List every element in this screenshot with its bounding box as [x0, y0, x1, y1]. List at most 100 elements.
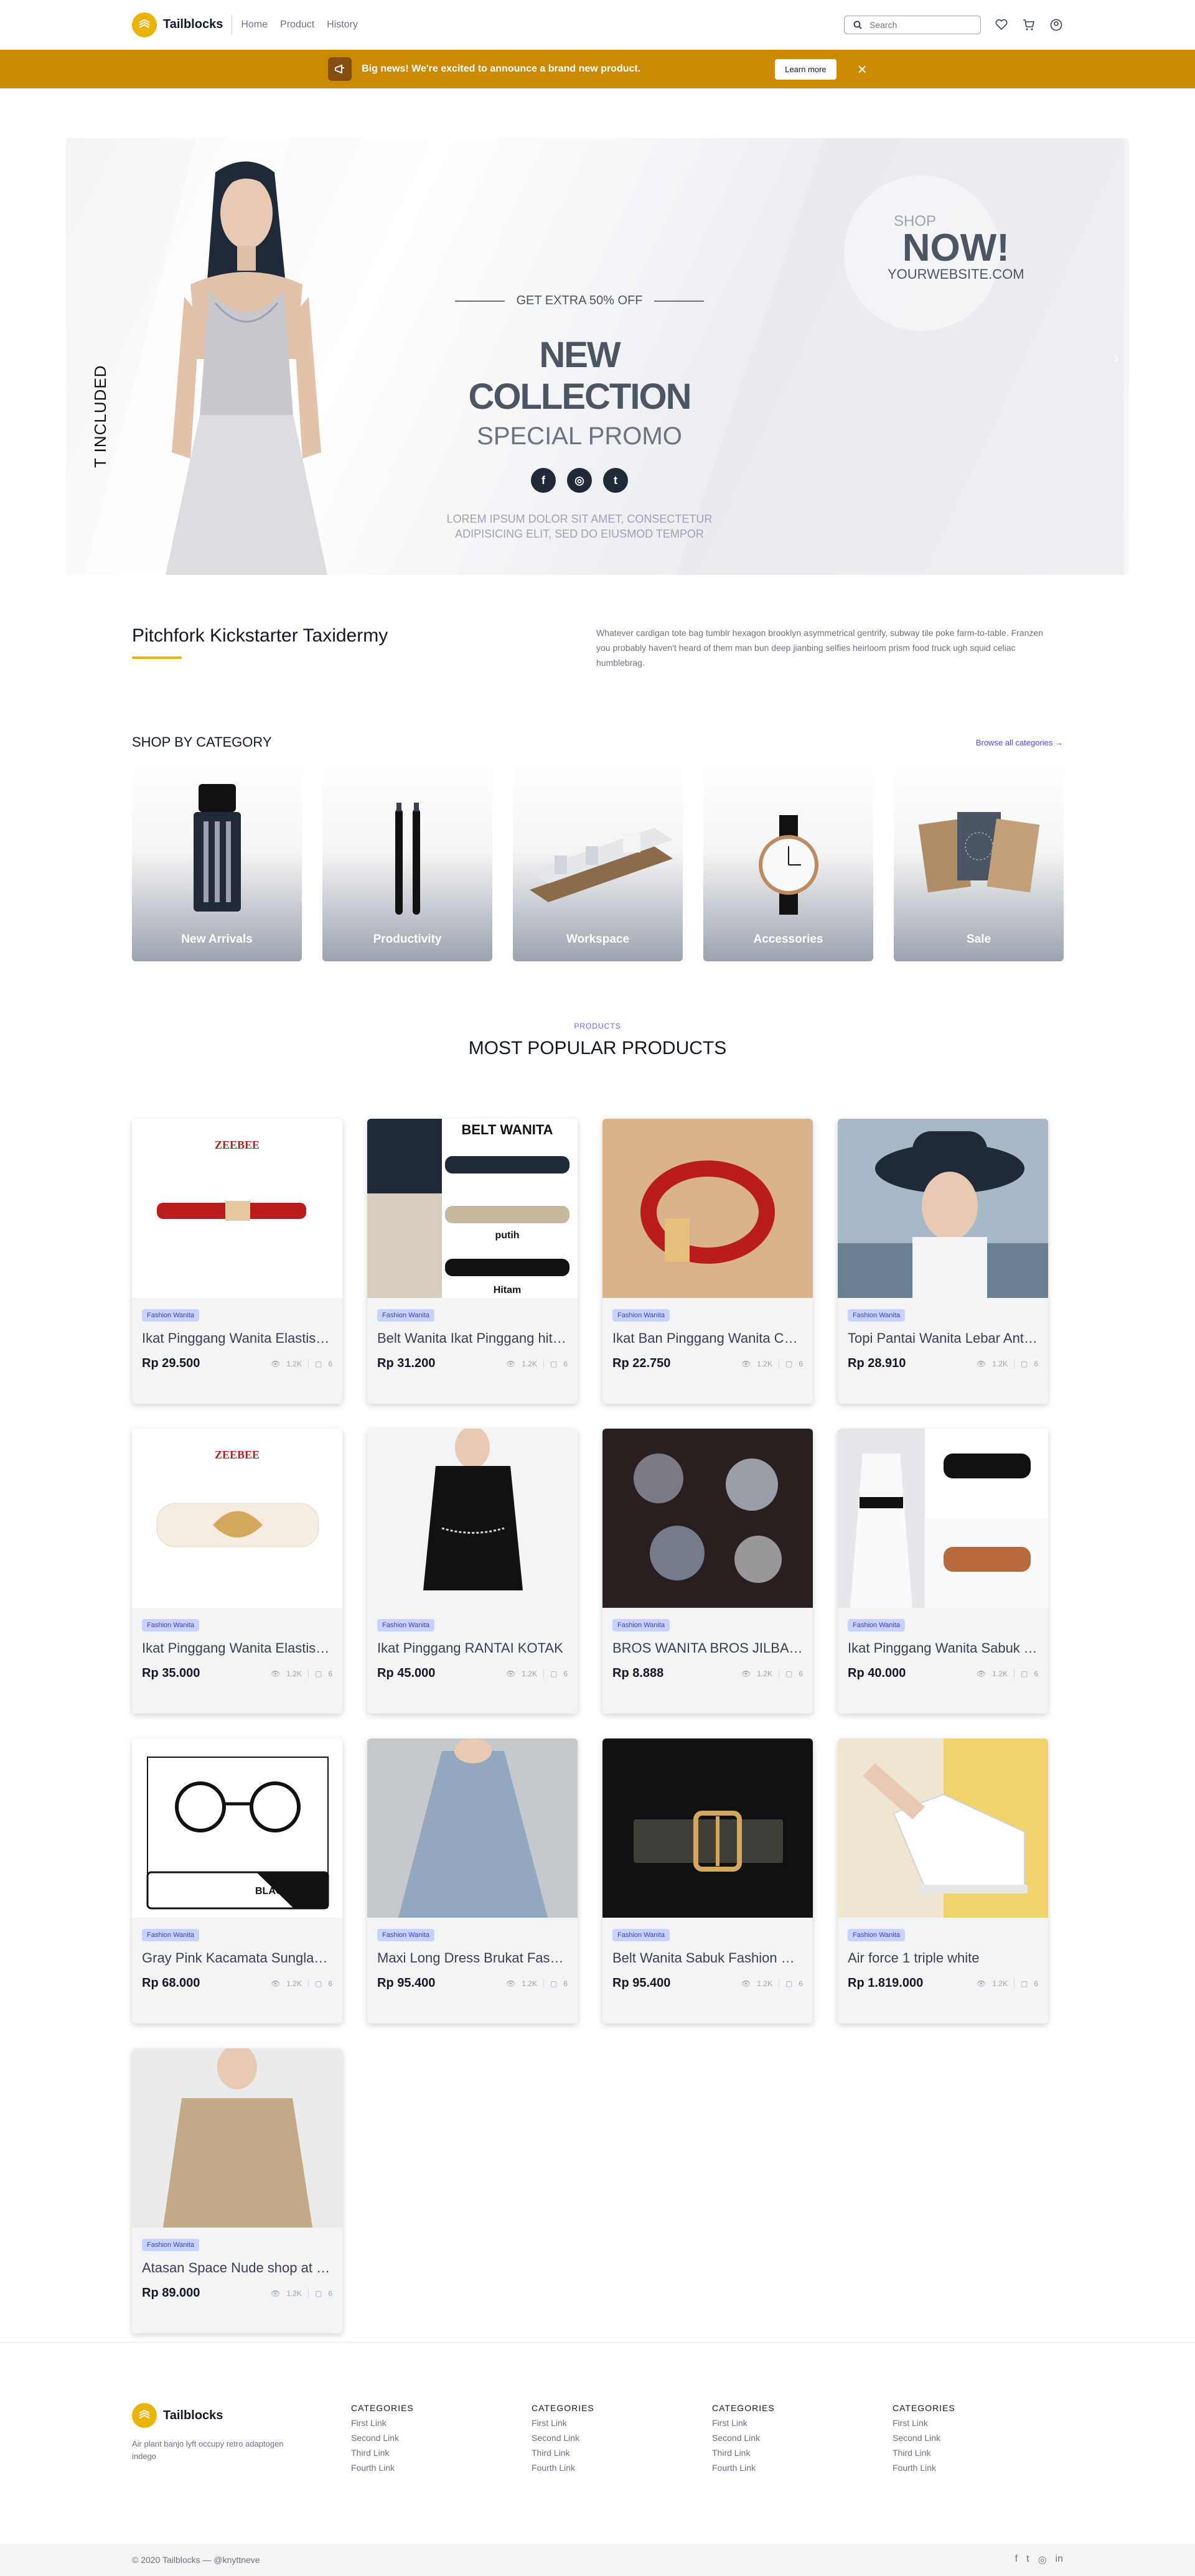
product-card[interactable]: Fashion Wanita Maxi Long Dress Brukat Fa… — [367, 1738, 578, 2023]
product-body: Fashion Wanita Maxi Long Dress Brukat Fa… — [367, 1918, 578, 2002]
nav-link-product[interactable]: Product — [280, 19, 314, 30]
product-name[interactable]: Atasan Space Nude shop at tokyo — [142, 2260, 332, 2276]
belt-white-label: putih — [495, 1230, 519, 1241]
footer-link[interactable]: Second Link — [893, 2433, 1017, 2443]
footer-link[interactable]: Fourth Link — [351, 2463, 476, 2473]
product-meta: Rp 68.000 👁 1.2K ▢ 6 — [142, 1976, 332, 1990]
eye-icon: 👁 — [977, 1669, 986, 1678]
heart-icon[interactable] — [995, 18, 1008, 32]
category-card-sale[interactable]: Sale — [894, 762, 1064, 961]
product-name[interactable]: Gray Pink Kacamata Sunglasses — [142, 1950, 332, 1966]
product-card[interactable]: ZEEBEE Fashion Wanita Ikat Pinggang Wani… — [132, 1119, 342, 1404]
intro-text: Whatever cardigan tote bag tumblr hexago… — [596, 628, 1043, 668]
product-card[interactable]: Fashion Wanita Ikat Pinggang RANTAI KOTA… — [367, 1429, 578, 1714]
category-label: Productivity — [373, 933, 442, 946]
search-box[interactable] — [844, 15, 981, 34]
product-name[interactable]: Belt Wanita Sabuk Fashion Korea — [612, 1950, 803, 1966]
footer-link[interactable]: Third Link — [351, 2448, 476, 2458]
footer-link[interactable]: Third Link — [532, 2448, 656, 2458]
product-meta: Rp 35.000 👁 1.2K ▢ 6 — [142, 1666, 332, 1681]
product-meta: Rp 40.000 👁 1.2K ▢ 6 — [848, 1666, 1038, 1681]
product-name[interactable]: Ikat Pinggang Wanita Elastis Daun — [142, 1640, 332, 1656]
brand-wordmark: ZEEBEE — [215, 1139, 260, 1151]
hero-banner[interactable]: T INCLUDED GET EXTRA 50% OFF NEW COLLECT… — [66, 138, 1129, 575]
nav-actions — [844, 15, 1063, 34]
product-card[interactable]: Fashion Wanita Topi Pantai Wanita Lebar … — [838, 1119, 1048, 1404]
footer-link[interactable]: Fourth Link — [893, 2463, 1017, 2473]
product-card[interactable]: Fashion Wanita Air force 1 triple white … — [838, 1738, 1048, 2023]
comment-icon: ▢ — [785, 1979, 793, 1988]
twitter-icon[interactable]: t — [1026, 2554, 1029, 2566]
product-card[interactable]: Fashion Wanita Ikat Pinggang Wanita Sabu… — [838, 1429, 1048, 1714]
facebook-icon[interactable]: f — [531, 468, 556, 493]
learn-more-button[interactable]: Learn more — [775, 58, 836, 80]
footer-link[interactable]: First Link — [712, 2418, 836, 2428]
facebook-icon[interactable]: f — [1015, 2554, 1018, 2566]
footer-link[interactable]: Fourth Link — [532, 2463, 656, 2473]
product-name[interactable]: Ikat Ban Pinggang Wanita Casual — [612, 1330, 803, 1346]
footer-link[interactable]: Second Link — [712, 2433, 836, 2443]
footer-link[interactable]: Third Link — [893, 2448, 1017, 2458]
footer-link[interactable]: Third Link — [712, 2448, 836, 2458]
announcement-banner: Big news! We're excited to announce a br… — [0, 50, 1195, 88]
brand-logo[interactable]: Tailblocks — [132, 12, 223, 37]
product-card[interactable]: BELT WANITA putih Hitam Fashion Wanita Bel… — [367, 1119, 578, 1404]
linkedin-icon[interactable]: in — [1056, 2554, 1063, 2566]
product-name[interactable]: BROS WANITA BROS JILBAB CANTIK — [612, 1640, 803, 1656]
user-icon[interactable] — [1049, 18, 1063, 32]
now-label: NOW! — [902, 226, 1010, 269]
product-name[interactable]: Belt Wanita Ikat Pinggang hitam — [377, 1330, 568, 1346]
footer-column-title: CATEGORIES — [712, 2403, 775, 2413]
chevron-right-icon[interactable]: › — [1113, 348, 1119, 368]
notebooks-image — [918, 812, 1039, 893]
product-card[interactable]: Fashion Wanita Belt Wanita Sabuk Fashion… — [602, 1738, 813, 2023]
nav-link-home[interactable]: Home — [241, 19, 268, 30]
logo-icon — [132, 2403, 157, 2428]
product-badge: Fashion Wanita — [848, 1619, 906, 1631]
product-stats: 👁 1.2K ▢ 6 — [271, 2289, 332, 2298]
product-name[interactable]: Air force 1 triple white — [848, 1950, 1038, 1966]
footer-link[interactable]: Second Link — [532, 2433, 656, 2443]
comment-count: 6 — [1034, 1359, 1038, 1368]
view-count: 1.2K — [286, 1359, 302, 1368]
footer-link[interactable]: First Link — [532, 2418, 656, 2428]
product-name[interactable]: Topi Pantai Wanita Lebar Anti UV — [848, 1330, 1038, 1346]
footer-link[interactable]: First Link — [893, 2418, 1017, 2428]
category-list: New Arrivals Productivity Workspace Acce… — [132, 762, 1064, 961]
comment-icon: ▢ — [314, 1979, 322, 1988]
twitter-icon[interactable]: t — [603, 468, 628, 493]
instagram-icon[interactable]: ◎ — [567, 468, 592, 493]
product-card[interactable]: ZEEBEE Fashion Wanita Ikat Pinggang Wani… — [132, 1429, 342, 1714]
product-card[interactable]: Fashion Wanita BROS WANITA BROS JILBAB C… — [602, 1429, 813, 1714]
category-card-new-arrivals[interactable]: New Arrivals — [132, 762, 302, 961]
nav-link-history[interactable]: History — [327, 19, 358, 30]
nav-links: Home Product History — [241, 19, 358, 30]
product-badge: Fashion Wanita — [612, 1929, 670, 1941]
footer-link[interactable]: First Link — [351, 2418, 476, 2428]
copyright-text: © 2020 Tailblocks — @knyttneve — [132, 2555, 260, 2565]
product-body: Fashion Wanita Ikat Ban Pinggang Wanita … — [602, 1298, 813, 1382]
footer-link[interactable]: Second Link — [351, 2433, 476, 2443]
footer-link[interactable]: Fourth Link — [712, 2463, 836, 2473]
instagram-icon[interactable]: ◎ — [1038, 2554, 1047, 2566]
close-icon[interactable]: × — [858, 60, 867, 79]
product-meta: Rp 95.400 👁 1.2K ▢ 6 — [612, 1976, 803, 1990]
category-card-accessories[interactable]: Accessories — [703, 762, 873, 961]
browse-all-link[interactable]: Browse all categories → — [976, 738, 1063, 747]
product-image — [602, 1738, 813, 1918]
product-name[interactable]: Ikat Pinggang RANTAI KOTAK — [377, 1640, 568, 1656]
product-card[interactable]: Fashion Wanita Ikat Ban Pinggang Wanita … — [602, 1119, 813, 1404]
product-name[interactable]: Maxi Long Dress Brukat Fashion — [377, 1950, 568, 1966]
category-card-productivity[interactable]: Productivity — [322, 762, 492, 961]
hero-extra: GET EXTRA 50% OFF — [439, 294, 719, 308]
category-card-workspace[interactable]: Workspace — [513, 762, 683, 961]
cart-icon[interactable] — [1022, 18, 1036, 32]
product-card[interactable]: Fashion Wanita Atasan Space Nude shop at… — [132, 2048, 342, 2333]
product-name[interactable]: Ikat Pinggang Wanita Sabuk Tali — [848, 1640, 1038, 1656]
product-card[interactable]: BLACK DOFF Fashion Wanita Gray Pink Kaca… — [132, 1738, 342, 2023]
hero-socials: f ◎ t — [439, 468, 719, 493]
product-image — [367, 1429, 578, 1608]
comment-count: 6 — [328, 1979, 332, 1988]
search-input[interactable] — [869, 19, 969, 30]
product-name[interactable]: Ikat Pinggang Wanita Elastis Motif — [142, 1330, 332, 1346]
